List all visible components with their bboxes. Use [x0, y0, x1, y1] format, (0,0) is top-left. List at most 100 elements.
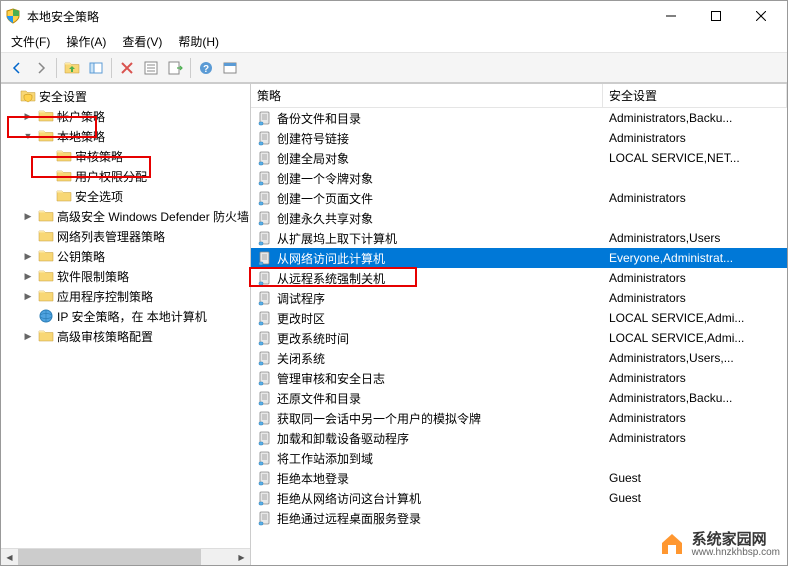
- expand-icon[interactable]: ▼: [21, 129, 35, 143]
- help-button[interactable]: ?: [194, 56, 218, 80]
- policy-row[interactable]: 拒绝从网络访问这台计算机Guest: [251, 488, 787, 508]
- tree-item[interactable]: ▶高级安全 Windows Defender 防火墙: [1, 206, 250, 226]
- column-header-policy[interactable]: 策略: [251, 84, 603, 107]
- policy-row[interactable]: 创建符号链接Administrators: [251, 128, 787, 148]
- policy-row[interactable]: 创建全局对象LOCAL SERVICE,NET...: [251, 148, 787, 168]
- policy-name: 拒绝本地登录: [277, 470, 349, 487]
- column-header-setting[interactable]: 安全设置: [603, 84, 787, 107]
- policy-row[interactable]: 更改系统时间LOCAL SERVICE,Admi...: [251, 328, 787, 348]
- policy-row[interactable]: 加载和卸载设备驱动程序Administrators: [251, 428, 787, 448]
- tree-label: 应用程序控制策略: [57, 288, 244, 305]
- tree-item[interactable]: 审核策略: [1, 146, 250, 166]
- policy-value: Administrators,Backu...: [609, 391, 732, 405]
- menu-view[interactable]: 查看(V): [114, 31, 170, 52]
- policy-row[interactable]: 管理审核和安全日志Administrators: [251, 368, 787, 388]
- scroll-thumb[interactable]: [18, 549, 201, 565]
- policy-row[interactable]: 将工作站添加到域: [251, 448, 787, 468]
- scroll-left-icon[interactable]: ◀: [1, 550, 18, 565]
- expand-icon[interactable]: [21, 309, 35, 323]
- expand-icon[interactable]: ▶: [21, 289, 35, 303]
- menu-help[interactable]: 帮助(H): [170, 31, 227, 52]
- folder-icon: [38, 248, 54, 264]
- policy-value: Administrators: [609, 191, 686, 205]
- expand-icon[interactable]: ▶: [21, 209, 35, 223]
- policy-row[interactable]: 从远程系统强制关机Administrators: [251, 268, 787, 288]
- titlebar: 本地安全策略: [1, 1, 787, 31]
- policy-name: 创建符号链接: [277, 130, 349, 147]
- expand-icon[interactable]: [39, 149, 53, 163]
- policy-row[interactable]: 从网络访问此计算机Everyone,Administrat...: [251, 248, 787, 268]
- policy-name: 从网络访问此计算机: [277, 250, 385, 267]
- expand-icon[interactable]: [39, 189, 53, 203]
- tree-item[interactable]: IP 安全策略，在 本地计算机: [1, 306, 250, 326]
- maximize-button[interactable]: [693, 2, 738, 30]
- policy-row[interactable]: 创建永久共享对象: [251, 208, 787, 228]
- list-header: 策略 安全设置: [251, 84, 787, 108]
- tree-label: 本地策略: [57, 128, 244, 145]
- tree-item[interactable]: 安全选项: [1, 186, 250, 206]
- expand-icon[interactable]: ▶: [21, 329, 35, 343]
- tree-label: 网络列表管理器策略: [57, 228, 244, 245]
- tree-item[interactable]: ▶ 应用程序控制策略: [1, 286, 250, 306]
- policy-row[interactable]: 还原文件和目录Administrators,Backu...: [251, 388, 787, 408]
- tree-item[interactable]: ▶软件限制策略: [1, 266, 250, 286]
- show-hide-button[interactable]: [84, 56, 108, 80]
- tree-item[interactable]: 用户权限分配: [1, 166, 250, 186]
- policy-name: 从扩展坞上取下计算机: [277, 230, 397, 247]
- view-button[interactable]: [218, 56, 242, 80]
- policy-value: Administrators,Backu...: [609, 111, 732, 125]
- tree-label: 审核策略: [75, 148, 244, 165]
- tree-item[interactable]: ▶高级审核策略配置: [1, 326, 250, 346]
- up-button[interactable]: [60, 56, 84, 80]
- tree-label: 安全设置: [39, 88, 244, 105]
- policy-row[interactable]: 拒绝通过远程桌面服务登录: [251, 508, 787, 528]
- menu-file[interactable]: 文件(F): [3, 31, 58, 52]
- close-button[interactable]: [738, 2, 783, 30]
- policy-row[interactable]: 创建一个页面文件 Administrators: [251, 188, 787, 208]
- policy-icon: [257, 450, 273, 466]
- policy-icon: [257, 110, 273, 126]
- policy-row[interactable]: 更改时区LOCAL SERVICE,Admi...: [251, 308, 787, 328]
- tree-root[interactable]: 安全设置: [1, 86, 250, 106]
- policy-icon: [257, 190, 273, 206]
- folder-icon: [38, 268, 54, 284]
- forward-button[interactable]: [29, 56, 53, 80]
- expand-icon[interactable]: [3, 89, 17, 103]
- expand-icon[interactable]: [39, 169, 53, 183]
- policy-icon: [257, 210, 273, 226]
- horizontal-scrollbar[interactable]: ◀ ▶: [1, 548, 250, 565]
- policy-row[interactable]: 关闭系统Administrators,Users,...: [251, 348, 787, 368]
- export-button[interactable]: [163, 56, 187, 80]
- policy-name: 创建一个令牌对象: [277, 170, 373, 187]
- tree-item[interactable]: ▶ 帐户策略: [1, 106, 250, 126]
- delete-button[interactable]: [115, 56, 139, 80]
- policy-row[interactable]: 调试程序Administrators: [251, 288, 787, 308]
- menu-action[interactable]: 操作(A): [58, 31, 114, 52]
- policy-row[interactable]: 从扩展坞上取下计算机Administrators,Users: [251, 228, 787, 248]
- expand-icon[interactable]: [21, 229, 35, 243]
- tree-item[interactable]: ▶公钥策略: [1, 246, 250, 266]
- policy-value: LOCAL SERVICE,Admi...: [609, 311, 744, 325]
- policy-name: 关闭系统: [277, 350, 325, 367]
- policy-row[interactable]: 备份文件和目录Administrators,Backu...: [251, 108, 787, 128]
- properties-button[interactable]: [139, 56, 163, 80]
- minimize-button[interactable]: [648, 2, 693, 30]
- policy-name: 创建一个页面文件: [277, 190, 373, 207]
- scroll-right-icon[interactable]: ▶: [233, 550, 250, 565]
- policy-icon: [257, 310, 273, 326]
- policy-row[interactable]: 拒绝本地登录Guest: [251, 468, 787, 488]
- policy-row[interactable]: 获取同一会话中另一个用户的模拟令牌Administrators: [251, 408, 787, 428]
- tree-item[interactable]: 网络列表管理器策略: [1, 226, 250, 246]
- back-button[interactable]: [5, 56, 29, 80]
- policy-icon: [257, 370, 273, 386]
- tree-item[interactable]: ▼ 本地策略: [1, 126, 250, 146]
- policy-icon: [257, 250, 273, 266]
- expand-icon[interactable]: ▶: [21, 249, 35, 263]
- tree-label: 帐户策略: [57, 108, 244, 125]
- expand-icon[interactable]: ▶: [21, 109, 35, 123]
- folder-icon: [20, 88, 36, 104]
- policy-name: 拒绝从网络访问这台计算机: [277, 490, 421, 507]
- policy-row[interactable]: 创建一个令牌对象: [251, 168, 787, 188]
- expand-icon[interactable]: ▶: [21, 269, 35, 283]
- policy-name: 创建永久共享对象: [277, 210, 373, 227]
